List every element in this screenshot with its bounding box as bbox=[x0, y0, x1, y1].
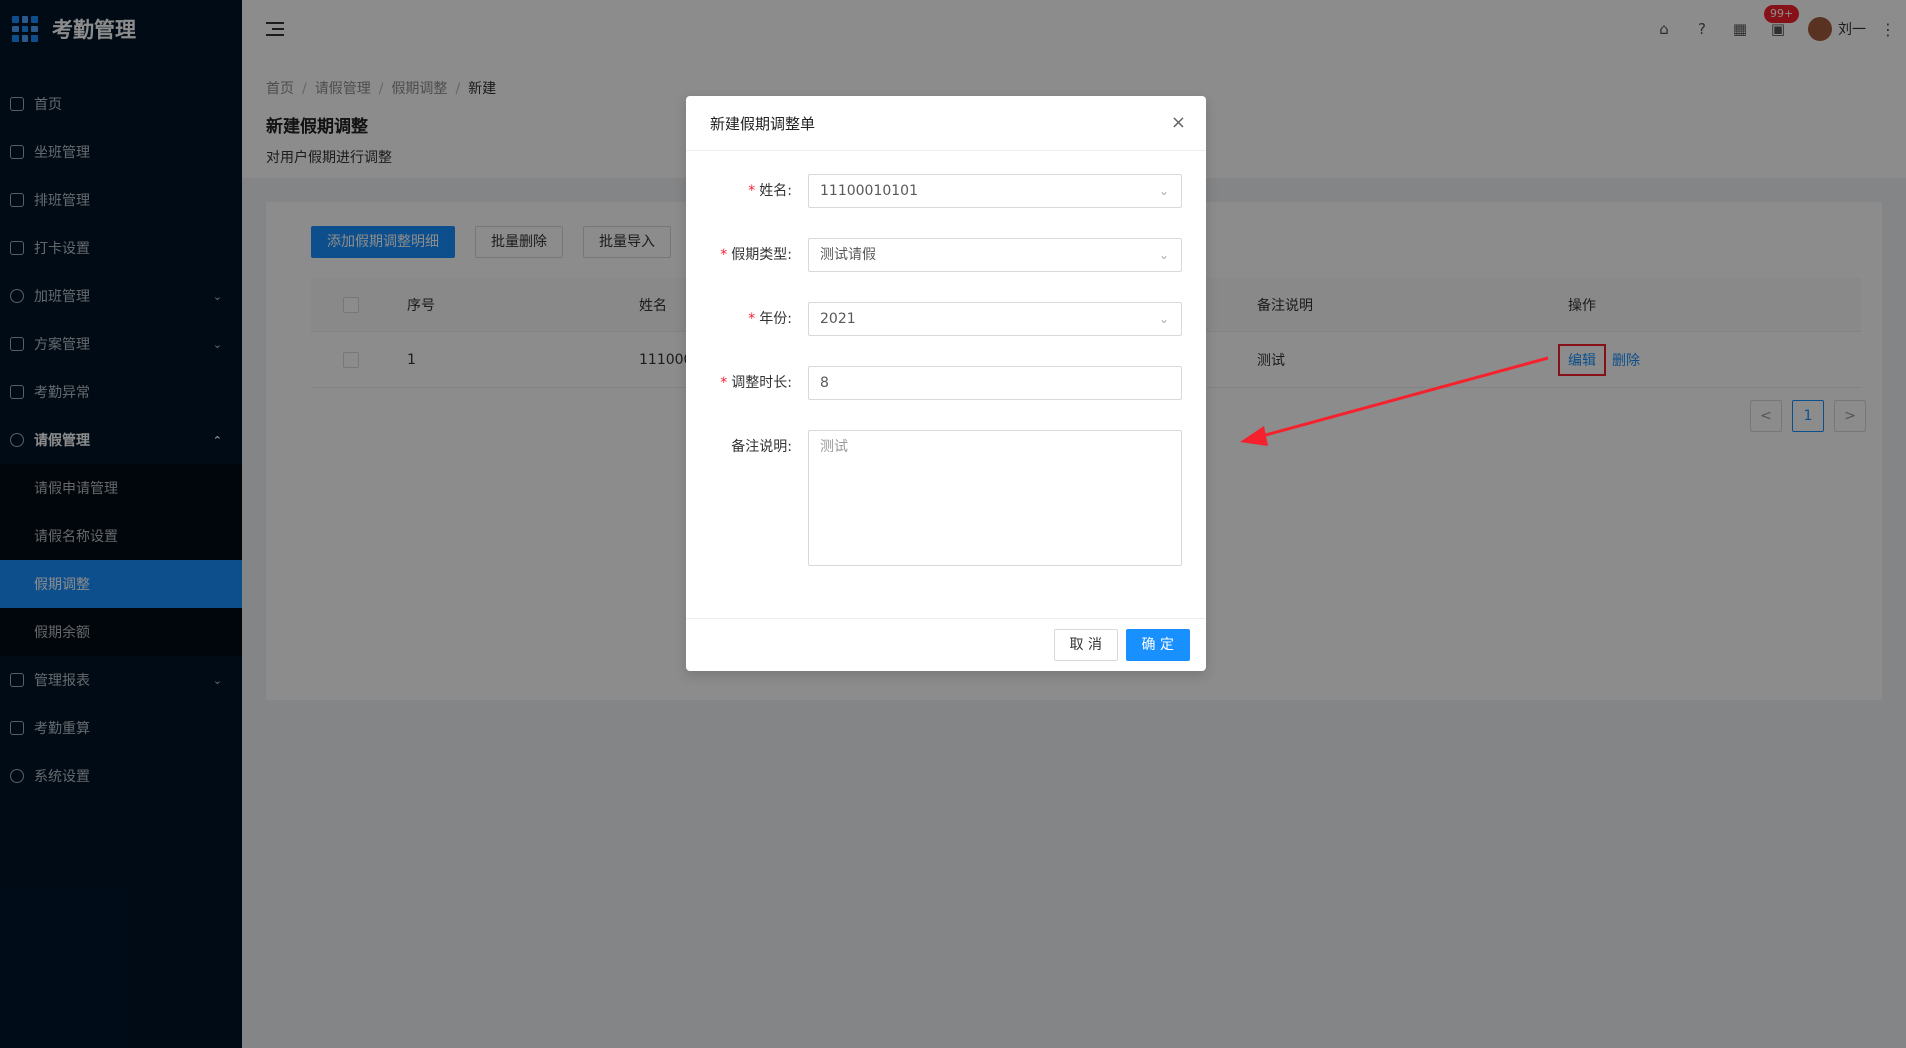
confirm-button[interactable]: 确 定 bbox=[1125, 629, 1190, 661]
chevron-down-icon: ⌄ bbox=[1158, 312, 1169, 326]
form-item-remark: 备注说明: 测试 bbox=[686, 430, 1206, 566]
type-label: 假期类型: bbox=[731, 247, 792, 263]
chevron-down-icon: ⌄ bbox=[1158, 248, 1169, 262]
holiday-type-select[interactable]: 测试请假 ⌄ bbox=[808, 238, 1182, 272]
name-label: 姓名: bbox=[759, 183, 792, 199]
form-item-year: * 年份: 2021 ⌄ bbox=[686, 302, 1206, 336]
duration-label: 调整时长: bbox=[731, 375, 792, 391]
year-select[interactable]: 2021 ⌄ bbox=[808, 302, 1182, 336]
year-label: 年份: bbox=[759, 311, 792, 327]
modal-footer: 取 消 确 定 bbox=[686, 618, 1206, 671]
duration-input[interactable]: 8 bbox=[808, 366, 1182, 400]
name-select[interactable]: 11100010101 ⌄ bbox=[808, 174, 1182, 208]
remark-label: 备注说明: bbox=[731, 439, 792, 455]
form-item-name: * 姓名: 11100010101 ⌄ bbox=[686, 174, 1206, 208]
modal-header: 新建假期调整单 × bbox=[686, 96, 1206, 151]
close-icon[interactable]: × bbox=[1171, 114, 1186, 132]
form-item-type: * 假期类型: 测试请假 ⌄ bbox=[686, 238, 1206, 272]
form-item-duration: * 调整时长: 8 bbox=[686, 366, 1206, 400]
remark-textarea[interactable]: 测试 bbox=[808, 430, 1182, 566]
cancel-button[interactable]: 取 消 bbox=[1053, 629, 1118, 661]
modal-title: 新建假期调整单 bbox=[710, 114, 816, 133]
chevron-down-icon: ⌄ bbox=[1158, 184, 1169, 198]
new-adjustment-modal: 新建假期调整单 × * 姓名: 11100010101 ⌄ * 假期类型: 测试请假 ⌄… bbox=[686, 96, 1206, 671]
